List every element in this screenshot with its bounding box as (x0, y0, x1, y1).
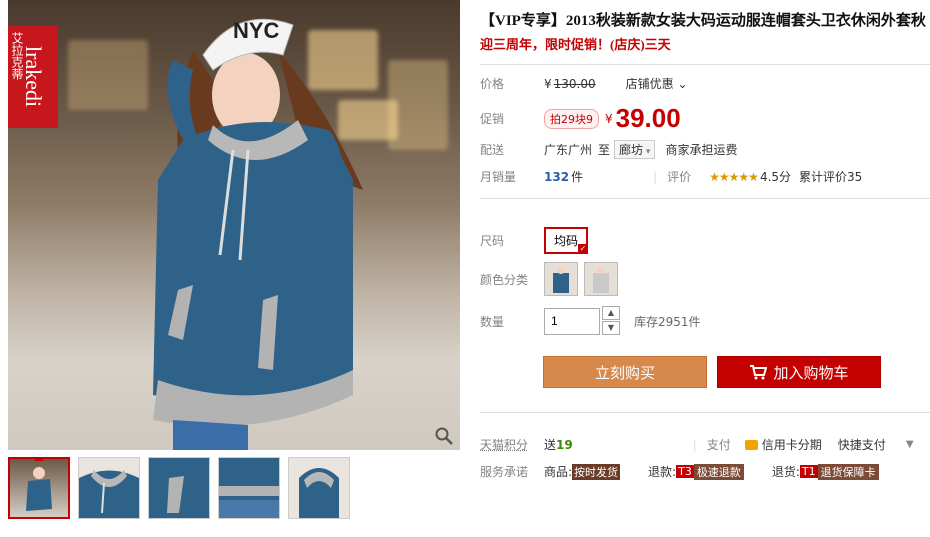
current-price: 39.00 (615, 103, 681, 133)
currency-symbol: ¥ (544, 76, 552, 91)
goods-label: 商品: (544, 465, 573, 479)
color-label: 颜色分类 (480, 272, 529, 287)
delivery-label: 配送 (480, 143, 505, 157)
return-guarantee-badge[interactable]: 退货保障卡 (817, 463, 879, 480)
promise-row: 服务承诺 商品: 按时发货 退款: T3 极速退款 退货: T1 退货保障卡 (480, 463, 879, 480)
quantity-stepper[interactable]: ▲ ▼ (602, 306, 620, 336)
credit-card-icon (744, 439, 758, 450)
pay-quick: 快捷支付 (837, 438, 886, 452)
points-value: 19 (556, 437, 573, 452)
size-row: 尺码 均码 ✓ (480, 227, 589, 254)
svg-text:NYC: NYC (233, 18, 280, 43)
destination-select[interactable]: 廊坊 ▾ (614, 140, 656, 159)
return-label: 退货: (771, 465, 800, 479)
delivery-to-word: 至 (598, 143, 611, 157)
quantity-label: 数量 (480, 314, 505, 329)
size-option-one-size[interactable]: 均码 ✓ (544, 227, 589, 254)
separator: | (653, 169, 658, 184)
color-row: 颜色分类 (480, 262, 624, 296)
pay-credit-card: 信用卡分期 (761, 438, 822, 452)
refund-t3-badge: T3 (676, 465, 694, 478)
monthly-sales-count: 132 (544, 169, 570, 184)
monthly-sales-label: 月销量 (480, 170, 517, 184)
delivery-row: 配送 广东广州 至 廊坊 ▾ 商家承担运费 (480, 140, 737, 159)
promo-label: 促销 (480, 112, 505, 126)
delivery-from: 广东广州 (544, 143, 593, 157)
rating-stars: ★★★★★ (709, 169, 759, 184)
increase-arrow-icon[interactable]: ▲ (602, 306, 620, 320)
on-time-delivery-badge[interactable]: 按时发货 (572, 463, 621, 480)
color-option-grey[interactable] (584, 262, 618, 296)
divider (480, 198, 930, 199)
add-to-cart-button[interactable]: 加入购物车 (717, 356, 881, 388)
refund-label: 退款: (648, 465, 677, 479)
sales-row: 月销量 132 件 | 评价 ★★★★★ 4.5分 累计评价35 (480, 168, 862, 185)
quantity-input[interactable] (544, 307, 600, 335)
service-promise-label: 服务承诺 (480, 465, 529, 479)
decrease-arrow-icon[interactable]: ▼ (602, 321, 620, 335)
currency-symbol: ¥ (605, 111, 613, 126)
stock-text: 库存2951件 (634, 314, 701, 329)
promo-tag: 拍29块9 (544, 108, 599, 129)
magnifier-icon[interactable] (434, 426, 454, 446)
points-pay-row: 天猫积分 送 19 | 支付 信用卡分期 快捷支付 ▼ (480, 436, 914, 453)
brand-logo: lrakedi 艾拉克蒂 (8, 26, 58, 128)
rating-score: 4.5分 (759, 170, 792, 184)
tmall-points-link[interactable]: 天猫积分 (480, 436, 544, 453)
thumbnail-5[interactable] (288, 457, 350, 519)
caret-down-icon[interactable]: ▼ (906, 439, 914, 450)
divider (480, 64, 930, 65)
shipping-info: 商家承担运费 (665, 143, 738, 157)
price-label: 价格 (480, 77, 505, 91)
product-info-panel: 【VIP专享】2013秋装新款女装大码运动服连帽套头卫衣休闲外套秋 迎三周年，限… (480, 0, 930, 480)
main-product-image[interactable]: NYC lrakedi 艾拉克蒂 (8, 0, 460, 450)
thumbnail-strip (8, 457, 350, 519)
thumbnail-1[interactable] (8, 457, 70, 519)
original-price: 130.00 (553, 76, 596, 91)
points-text: 送 (544, 438, 557, 452)
return-t1-badge: T1 (799, 465, 818, 478)
product-gallery: NYC lrakedi 艾拉克蒂 (8, 0, 460, 537)
dropdown-arrow-icon: ▾ (643, 147, 651, 157)
product-subtitle: 迎三周年，限时促销！(店庆)三天 (480, 37, 671, 52)
monthly-sales-unit: 件 (571, 170, 584, 184)
review-count-link[interactable]: 累计评价35 (799, 168, 862, 185)
separator: | (692, 437, 697, 452)
thumbnail-4[interactable] (218, 457, 280, 519)
chevron-down-icon: ⌄ (673, 77, 688, 91)
size-label: 尺码 (480, 234, 505, 248)
promo-row: 促销 拍29块9 ¥ 39.00 (480, 103, 681, 134)
store-discount-dropdown[interactable]: 店铺优惠 ⌄ (626, 75, 688, 92)
product-title: 【VIP专享】2013秋装新款女装大码运动服连帽套头卫衣休闲外套秋 (480, 13, 926, 29)
buy-now-button[interactable]: 立刻购买 (543, 356, 707, 388)
thumbnail-3[interactable] (148, 457, 210, 519)
divider (480, 412, 930, 413)
model-illustration: NYC (153, 18, 363, 450)
thumbnail-2[interactable] (78, 457, 140, 519)
color-option-blue[interactable] (544, 262, 578, 296)
fast-refund-badge[interactable]: 极速退款 (693, 463, 744, 480)
quantity-row: 数量 ▲ ▼ 库存2951件 (480, 306, 701, 336)
cart-icon (750, 365, 768, 380)
pay-label: 支付 (706, 438, 731, 452)
rating-label: 评价 (667, 170, 692, 184)
check-icon: ✓ (578, 244, 589, 254)
price-row: 价格 ¥ 130.00 店铺优惠 ⌄ (480, 75, 688, 92)
